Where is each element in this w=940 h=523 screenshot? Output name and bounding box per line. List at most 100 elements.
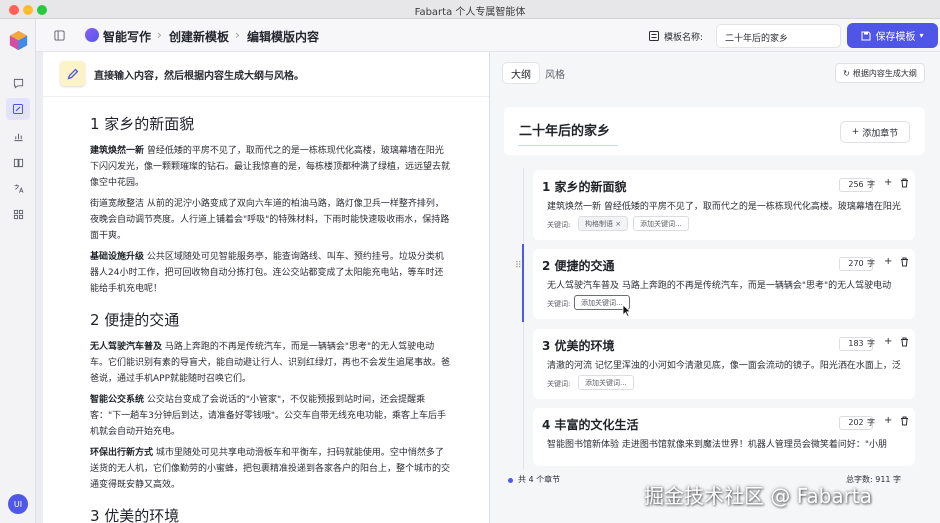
save-template-label: 保存模板 — [875, 32, 916, 43]
section-heading: 1 家乡的新面貌 — [90, 115, 195, 133]
paragraph: 环保出行新方式 城市里随处可见共享电动滑板车和平衡车，扫码就能使用。空中悄然多了… — [90, 445, 452, 493]
breadcrumb-create-template[interactable]: 创建新模板 — [169, 28, 229, 45]
paragraph-lead: 建筑焕然一新 — [90, 146, 145, 156]
refresh-icon: ↻ — [843, 68, 850, 78]
book-icon[interactable] — [10, 154, 26, 170]
document-body[interactable]: 1 家乡的新面貌 建筑焕然一新 曾经低矮的平房不见了，取而代之的是一栋栋现代化高… — [90, 110, 452, 523]
trash-icon[interactable] — [900, 257, 909, 267]
paragraph: 建筑焕然一新 曾经低矮的平房不见了，取而代之的是一栋栋现代化高楼，玻璃幕墙在阳光… — [90, 143, 452, 191]
paragraph-text: 公交站台变成了会说话的"小管家"，不仅能预报到站时间，还会提醒乘客："下一趟车3… — [90, 395, 447, 437]
word-unit: 字 — [867, 259, 875, 268]
editor-hint-text: 直接输入内容，然后根据内容生成大纲与风格。 — [94, 71, 304, 82]
save-template-button[interactable]: 保存模板 ▾ — [847, 23, 938, 48]
paragraph: 基础设施升级 公共区域随处可见智能服务亭，能查询路线、叫车、预约挂号。垃圾分类机… — [90, 249, 452, 297]
chapter-card[interactable]: 3 优美的环境 183 字 + 清澈的河流 记忆里浑浊的小河如今清澈见底，像一面… — [533, 329, 915, 399]
app-logo-icon[interactable] — [8, 30, 29, 51]
template-name-input[interactable]: 二十年后的家乡 — [716, 24, 841, 48]
status-dot — [508, 478, 513, 483]
word-unit: 字 — [867, 339, 875, 348]
paragraph: 智能公交系统 公交站台变成了会说话的"小管家"，不仅能预报到站时间，还会提醒乘客… — [90, 392, 452, 440]
sidebar-toggle-icon[interactable] — [54, 30, 65, 41]
keywords-label: 关键词: — [547, 380, 571, 388]
chapter-card[interactable]: 1 家乡的新面貌 256 字 + 建筑焕然一新 曾经低矮的平房不见了，取而代之的… — [533, 170, 915, 240]
paragraph-text: 街道宽敞整洁 从前的泥泞小路变成了双向六车道的柏油马路，路灯像卫兵一样整齐排列，… — [90, 199, 450, 241]
breadcrumb-separator: › — [157, 28, 162, 42]
breadcrumb-edit-content: 编辑模版内容 — [247, 30, 320, 44]
add-subsection-icon[interactable]: + — [884, 177, 892, 188]
chapter-summary[interactable]: 建筑焕然一新 曾经低矮的平房不见了，取而代之的是一栋栋现代化高楼。玻璃幕墙在阳光 — [547, 199, 909, 212]
chapter-title[interactable]: 2 便捷的交通 — [542, 257, 615, 274]
chapter-title[interactable]: 3 优美的环境 — [542, 337, 615, 354]
save-icon — [861, 31, 871, 40]
tab-style[interactable]: 风格 — [537, 63, 573, 83]
trash-icon[interactable] — [900, 416, 909, 426]
keyword-text: 构格制语 — [585, 220, 613, 228]
tab-outline[interactable]: 大纲 — [503, 63, 539, 83]
chevron-down-icon: ▾ — [919, 31, 924, 40]
word-unit: 字 — [867, 180, 875, 189]
window-title: Fabarta 个人专属智能体 — [414, 7, 526, 18]
add-keyword-button[interactable]: 添加关键词... — [633, 216, 689, 231]
paragraph-lead: 智能公交系统 — [90, 395, 145, 405]
content-editor[interactable]: 直接输入内容，然后根据内容生成大纲与风格。 1 家乡的新面貌 建筑焕然一新 曾经… — [43, 52, 489, 523]
word-unit: 字 — [867, 418, 875, 427]
section-heading: 2 便捷的交通 — [90, 311, 180, 329]
left-rail: UI — [0, 19, 36, 523]
paragraph: 街道宽敞整洁 从前的泥泞小路变成了双向六车道的柏油马路，路灯像卫兵一样整齐排列，… — [90, 196, 452, 244]
drag-handle-icon[interactable]: ⠿ — [515, 261, 525, 271]
add-keyword-button[interactable]: 添加关键词... — [578, 375, 634, 390]
chart-icon[interactable] — [10, 128, 26, 144]
outline-panel: 大纲 风格 ↻ 根据内容生成大纲 二十年后的家乡 + 添加章节 ⠿ 1 家乡的新… — [490, 52, 940, 523]
page-header: 智能写作 › 创建新模板 › 编辑模版内容 模板名称: 二十年后的家乡 保存模板… — [36, 19, 940, 52]
breadcrumb-separator: › — [235, 28, 240, 42]
add-chapter-button[interactable]: + 添加章节 — [840, 121, 910, 143]
translate-icon[interactable] — [10, 180, 26, 196]
watermark: 掘金技术社区 @ Fabarta — [644, 484, 872, 508]
add-subsection-icon[interactable]: + — [884, 336, 892, 347]
generate-outline-button[interactable]: ↻ 根据内容生成大纲 — [835, 63, 925, 83]
chapter-card[interactable]: 4 丰富的文化生活 202 字 + 智能图书馆新体验 走进图书馆就像来到魔法世界… — [533, 408, 915, 466]
mouse-cursor-icon — [622, 304, 632, 317]
add-subsection-icon[interactable]: + — [884, 256, 892, 267]
add-subsection-icon[interactable]: + — [884, 415, 892, 426]
title-underline — [518, 145, 618, 146]
pencil-icon — [60, 61, 85, 86]
close-icon[interactable]: × — [615, 220, 621, 228]
chapter-summary[interactable]: 无人驾驶汽车普及 马路上奔跑的不再是传统汽车，而是一辆辆会"思考"的无人驾驶电动 — [547, 278, 909, 291]
keyword-tag[interactable]: 构格制语 × — [578, 216, 629, 231]
grid-icon[interactable] — [10, 206, 26, 222]
chapter-title[interactable]: 4 丰富的文化生活 — [542, 416, 639, 433]
chat-icon[interactable] — [10, 75, 26, 91]
chapter-count: 共 4 个章节 — [518, 475, 561, 484]
breadcrumb-writing[interactable]: 智能写作 — [103, 28, 151, 45]
trash-icon[interactable] — [900, 178, 909, 188]
add-chapter-label: 添加章节 — [862, 128, 899, 139]
keywords-label: 关键词: — [547, 300, 571, 308]
paragraph: 无人驾驶汽车普及 马路上奔跑的不再是传统汽车，而是一辆辆会"思考"的无人驾驶电动… — [90, 339, 452, 387]
chapter-summary[interactable]: 智能图书馆新体验 走进图书馆就像来到魔法世界！机器人管理员会微笑着问好："小朋 — [547, 437, 909, 450]
active-chapter-marker — [522, 244, 524, 322]
outline-title[interactable]: 二十年后的家乡 — [519, 120, 610, 139]
user-avatar[interactable]: UI — [8, 494, 28, 514]
write-icon[interactable] — [6, 98, 30, 120]
paragraph-text: 公共区域随处可见智能服务亭，能查询路线、叫车、预约挂号。垃圾分类机器人24小时工… — [90, 252, 444, 294]
trash-icon[interactable] — [900, 337, 909, 347]
generate-outline-label: 根据内容生成大纲 — [852, 68, 917, 78]
paragraph-lead: 无人驾驶汽车普及 — [90, 342, 163, 352]
template-icon — [649, 31, 659, 41]
paragraph-lead: 基础设施升级 — [90, 252, 145, 262]
chapter-card[interactable]: 2 便捷的交通 270 字 + 无人驾驶汽车普及 马路上奔跑的不再是传统汽车，而… — [533, 249, 915, 319]
section-heading: 3 优美的环境 — [90, 507, 180, 523]
outline-tabs: 大纲 风格 — [503, 63, 565, 83]
keywords-label: 关键词: — [547, 221, 571, 229]
outline-title-card: 二十年后的家乡 + 添加章节 — [504, 107, 925, 155]
plus-icon: + — [851, 127, 860, 137]
writing-app-icon — [85, 28, 99, 42]
chapter-title[interactable]: 1 家乡的新面貌 — [542, 178, 627, 195]
template-name-label: 模板名称: — [664, 33, 704, 43]
editor-hint-bar: 直接输入内容，然后根据内容生成大纲与风格。 — [43, 52, 489, 97]
chapter-summary[interactable]: 清澈的河流 记忆里浑浊的小河如今清澈见底，像一面会流动的镜子。阳光洒在水面上，泛 — [547, 358, 909, 371]
window-titlebar: Fabarta 个人专属智能体 — [0, 0, 940, 19]
paragraph-text: 曾经低矮的平房不见了，取而代之的是一栋栋现代化高楼，玻璃幕墙在阳光下闪闪发光，像… — [90, 146, 451, 188]
paragraph-lead: 环保出行新方式 — [90, 448, 154, 458]
